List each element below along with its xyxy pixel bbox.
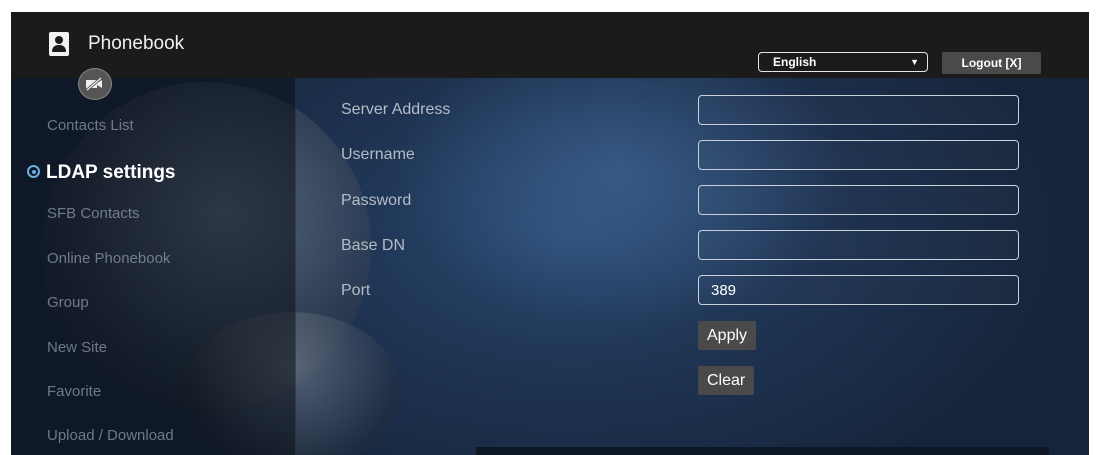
port-label: Port (341, 282, 371, 299)
sidebar-item-ldap-settings[interactable]: LDAP settings (27, 162, 176, 184)
base-dn-label: Base DN (341, 237, 406, 254)
sidebar-item-new-site[interactable]: New Site (47, 339, 107, 356)
sidebar-item-label: LDAP settings (46, 162, 176, 183)
radio-selected-icon (27, 165, 40, 178)
clear-button[interactable]: Clear (698, 366, 755, 395)
sidebar-item-favorite[interactable]: Favorite (47, 383, 101, 400)
apply-button[interactable]: Apply (698, 321, 757, 350)
app-title: Phonebook (88, 33, 185, 54)
server-address-input[interactable] (698, 95, 1019, 125)
phonebook-app: Phonebook English ▼ Logout [X] Contacts … (11, 12, 1089, 455)
sidebar-item-contacts-list[interactable]: Contacts List (47, 117, 134, 134)
username-input[interactable] (698, 140, 1019, 170)
sidebar-item-group[interactable]: Group (47, 294, 89, 311)
port-input[interactable] (698, 275, 1019, 305)
header-bar: Phonebook English ▼ Logout [X] (11, 12, 1089, 78)
sidebar-item-upload-download[interactable]: Upload / Download (47, 427, 174, 444)
password-label: Password (341, 192, 412, 209)
sidebar-divider (295, 78, 296, 455)
password-input[interactable] (698, 185, 1019, 215)
language-select-value: English (773, 55, 817, 69)
username-label: Username (341, 146, 415, 163)
logout-button[interactable]: Logout [X] (942, 52, 1041, 74)
camera-off-icon[interactable] (78, 68, 112, 100)
language-select[interactable]: English ▼ (758, 52, 928, 72)
sidebar-item-sfb-contacts[interactable]: SFB Contacts (47, 205, 140, 222)
base-dn-input[interactable] (698, 230, 1019, 260)
contact-book-icon (49, 32, 69, 56)
dropdown-arrow-icon: ▼ (910, 57, 919, 67)
bottom-strip (476, 447, 1049, 455)
server-address-label: Server Address (341, 101, 451, 118)
sidebar-item-online-phonebook[interactable]: Online Phonebook (47, 250, 170, 267)
